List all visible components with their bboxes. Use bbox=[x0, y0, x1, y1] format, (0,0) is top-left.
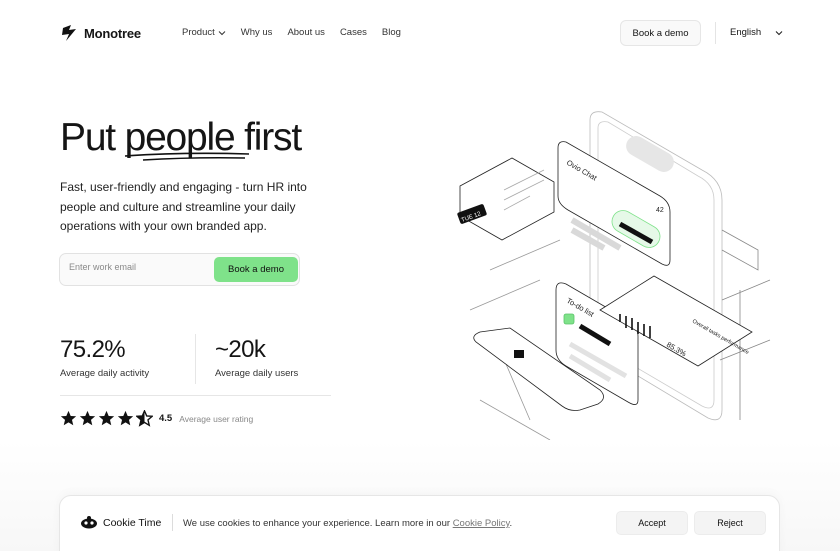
top-nav: Monotree Product Why us About us Cases B… bbox=[0, 0, 840, 66]
underline-swoosh-icon bbox=[124, 152, 249, 161]
cookie-banner: Cookie Time We use cookies to enhance yo… bbox=[59, 495, 780, 551]
star-icon bbox=[98, 410, 115, 426]
brand-name: Monotree bbox=[84, 25, 141, 41]
rating-value: 4.5 bbox=[159, 413, 173, 424]
language-label: English bbox=[730, 27, 762, 38]
email-signup-form: Book a demo bbox=[59, 253, 300, 286]
menu-item-cases[interactable]: Cases bbox=[340, 27, 367, 38]
calendar-card bbox=[457, 157, 555, 241]
app-illustration: Ovio Chat 42 TUE 12 To-do list Overall t… bbox=[457, 111, 771, 440]
reject-cookies-button[interactable]: Reject bbox=[694, 511, 766, 535]
work-email-input[interactable] bbox=[69, 262, 209, 272]
stat-label: Average daily activity bbox=[60, 368, 150, 379]
menu-item-blog[interactable]: Blog bbox=[382, 27, 401, 38]
book-demo-nav-button[interactable]: Book a demo bbox=[620, 20, 701, 46]
monotree-logo-icon bbox=[62, 25, 76, 41]
menu-item-label: Product bbox=[182, 27, 215, 38]
menu-item-why-us[interactable]: Why us bbox=[241, 27, 273, 38]
cookie-message-text: We use cookies to enhance your experienc… bbox=[183, 518, 453, 529]
stat-divider bbox=[195, 334, 196, 384]
cookie-message-end: . bbox=[509, 518, 513, 529]
stat-value: 75.2% bbox=[60, 336, 126, 363]
stat-label: Average daily users bbox=[215, 368, 299, 379]
main-menu: Product Why us About us Cases Blog bbox=[182, 27, 401, 38]
star-icon bbox=[60, 410, 77, 426]
rating-label: Average user rating bbox=[179, 413, 254, 424]
cookie-title: Cookie Time bbox=[103, 517, 162, 529]
accept-cookies-button[interactable]: Accept bbox=[616, 511, 688, 535]
book-demo-hero-button[interactable]: Book a demo bbox=[214, 257, 298, 282]
user-rating: 4.5 Average user rating bbox=[60, 410, 253, 427]
cookie-divider bbox=[172, 514, 173, 531]
stat-daily-activity: 75.2% Average daily activity bbox=[60, 336, 149, 379]
chevron-down-icon bbox=[775, 30, 783, 35]
brand-logo[interactable]: Monotree bbox=[60, 24, 141, 42]
hero-title-emphasis: people bbox=[124, 116, 249, 161]
chat-count: 42 bbox=[656, 207, 664, 214]
cookie-policy-link[interactable]: Cookie Policy bbox=[453, 518, 510, 529]
stat-value: ~20k bbox=[215, 336, 266, 363]
stats-divider bbox=[60, 395, 331, 396]
hero-subtitle: Fast, user-friendly and engaging - turn … bbox=[60, 180, 307, 233]
cookie-mascot-icon bbox=[81, 516, 97, 529]
menu-item-product[interactable]: Product bbox=[182, 27, 226, 38]
star-icon bbox=[79, 410, 96, 426]
hero-title: Put people first bbox=[60, 116, 302, 161]
chevron-down-icon bbox=[218, 30, 226, 35]
star-icon bbox=[117, 410, 134, 426]
hero-title-start: Put bbox=[60, 116, 125, 159]
language-selector[interactable]: English bbox=[730, 27, 783, 38]
star-half-icon bbox=[136, 410, 153, 427]
cookie-message: We use cookies to enhance your experienc… bbox=[183, 518, 512, 529]
nav-divider bbox=[715, 22, 716, 44]
stat-daily-users: ~20k Average daily users bbox=[215, 336, 298, 379]
menu-item-about-us[interactable]: About us bbox=[287, 27, 325, 38]
